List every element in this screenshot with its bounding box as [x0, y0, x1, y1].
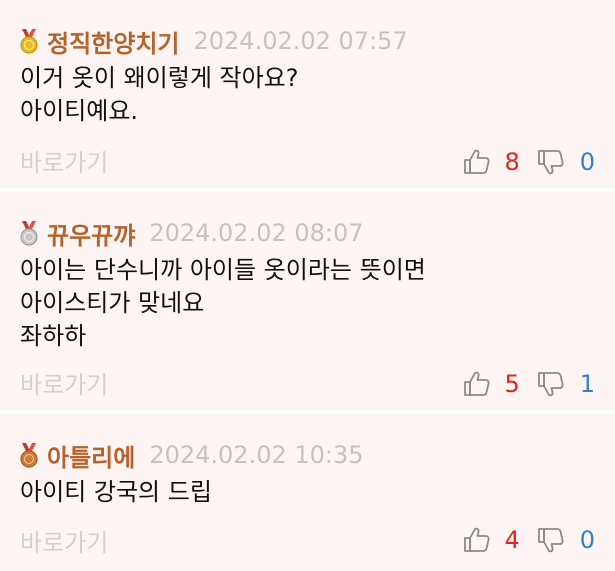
like-count: 4 — [504, 526, 520, 554]
shortcut-link[interactable]: 바로가기 — [20, 365, 108, 400]
vote-bar: 4 0 — [462, 523, 595, 557]
like-count: 5 — [504, 370, 520, 398]
gold-medal-icon — [20, 29, 38, 54]
thumbs-up-icon[interactable] — [462, 147, 492, 177]
dislike-count: 0 — [579, 526, 595, 554]
thumbs-up-icon[interactable] — [462, 369, 492, 399]
vote-bar: 8 0 — [462, 145, 595, 179]
comment-header: 정직한양치기 2024.02.02 07:57 — [18, 24, 408, 58]
silver-medal-icon — [20, 221, 38, 246]
thumbs-down-icon[interactable] — [536, 525, 566, 555]
comment-text: 아이티 강국의 드립 — [20, 478, 212, 506]
dislike-count: 1 — [579, 370, 595, 398]
comment-text: 이거 옷이 왜이렇게 작아요? 아이티예요. — [20, 64, 299, 125]
comment-timestamp: 2024.02.02 08:07 — [149, 219, 364, 247]
comment-item: 아틀리에 2024.02.02 10:35 아이티 강국의 드립 바로가기 4 … — [0, 414, 615, 571]
comment-timestamp: 2024.02.02 10:35 — [149, 441, 364, 469]
comment-timestamp: 2024.02.02 07:57 — [193, 27, 408, 55]
shortcut-link[interactable]: 바로가기 — [20, 143, 108, 178]
comment-list: 정직한양치기 2024.02.02 07:57 이거 옷이 왜이렇게 작아요? … — [0, 0, 615, 571]
like-count: 8 — [504, 148, 520, 176]
comment-author[interactable]: 아틀리에 — [47, 438, 135, 473]
bronze-medal-icon — [20, 443, 38, 468]
comment-author[interactable]: 정직한양치기 — [47, 24, 179, 59]
comment-item: 뀨우뀨꺄 2024.02.02 08:07 아이는 단수니까 아이들 옷이라는 … — [0, 192, 615, 410]
vote-bar: 5 1 — [462, 367, 595, 401]
comment-header: 뀨우뀨꺄 2024.02.02 08:07 — [18, 216, 364, 250]
thumbs-down-icon[interactable] — [536, 369, 566, 399]
comment-author[interactable]: 뀨우뀨꺄 — [47, 216, 135, 251]
comment-header: 아틀리에 2024.02.02 10:35 — [18, 438, 364, 472]
comment-item: 정직한양치기 2024.02.02 07:57 이거 옷이 왜이렇게 작아요? … — [0, 0, 615, 188]
shortcut-link[interactable]: 바로가기 — [20, 523, 108, 558]
thumbs-down-icon[interactable] — [536, 147, 566, 177]
thumbs-up-icon[interactable] — [462, 525, 492, 555]
comment-text: 아이는 단수니까 아이들 옷이라는 뜻이면 아이스티가 맞네요 좌하하 — [20, 256, 426, 350]
dislike-count: 0 — [579, 148, 595, 176]
